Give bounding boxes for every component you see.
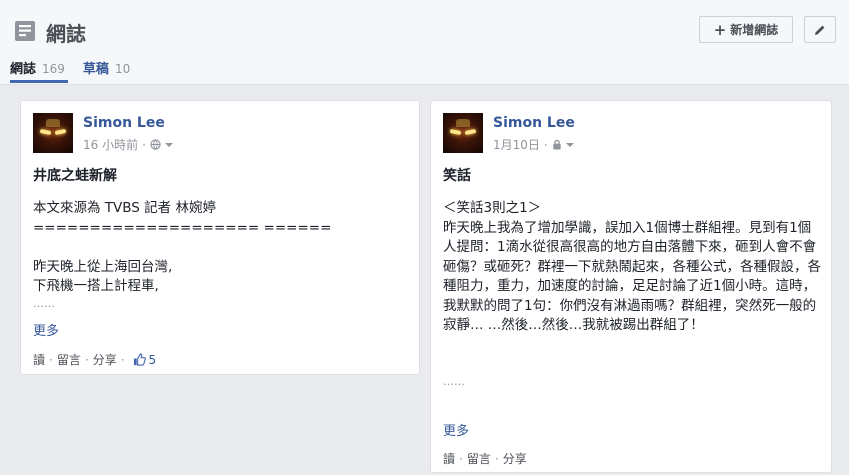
- tab-notes-count: 169: [42, 62, 65, 76]
- see-more-link[interactable]: 更多: [33, 320, 59, 339]
- notes-header: 網誌 + 新增網誌 網誌 169 草稿 10: [0, 0, 849, 85]
- plus-icon: +: [713, 20, 727, 39]
- lock-icon[interactable]: [552, 139, 562, 150]
- like-count-value: 5: [148, 352, 157, 367]
- note-title[interactable]: 井底之蛙新解: [33, 165, 117, 185]
- excerpt-line: ＜笑話3則之1＞: [443, 200, 542, 216]
- avatar[interactable]: [33, 113, 73, 153]
- notes-icon: [15, 21, 35, 41]
- read-link[interactable]: 讀: [33, 351, 45, 368]
- note-actions: 讀 · 留言 · 分享 · 5: [33, 351, 157, 368]
- note-card: Simon Lee 1月10日 · 笑話 ＜笑話3則之1＞ 昨天晚上我為了增加學…: [430, 100, 832, 473]
- globe-icon[interactable]: [150, 139, 161, 150]
- note-title[interactable]: 笑話: [443, 165, 471, 185]
- excerpt-line: ……: [33, 296, 55, 310]
- note-actions: 讀 · 留言 · 分享: [443, 450, 527, 467]
- post-meta: 16 小時前 ·: [83, 136, 173, 153]
- share-link[interactable]: 分享: [503, 450, 527, 467]
- comment-link[interactable]: 留言: [57, 351, 81, 368]
- post-time[interactable]: 1月10日: [493, 136, 540, 153]
- tab-notes[interactable]: 網誌 169: [10, 58, 65, 77]
- chevron-down-icon[interactable]: [164, 142, 173, 148]
- chevron-down-icon[interactable]: [565, 142, 574, 148]
- pencil-icon: [815, 25, 825, 35]
- excerpt-line: ……: [443, 374, 465, 388]
- thumbs-up-icon: [133, 353, 146, 366]
- page-title: 網誌: [46, 22, 86, 46]
- avatar[interactable]: [443, 113, 483, 153]
- active-tab-indicator: [10, 80, 68, 83]
- author-name[interactable]: Simon Lee: [493, 115, 575, 131]
- post-meta: 1月10日 ·: [493, 136, 574, 153]
- edit-button[interactable]: [804, 16, 836, 43]
- tab-drafts-count: 10: [114, 62, 131, 76]
- excerpt-line: 昨天晚上我為了增加學識，誤加入1個博士群組裡。見到有1個人提問：1滴水從很高很高…: [443, 219, 821, 334]
- tab-notes-label: 網誌: [10, 62, 37, 77]
- excerpt-line: 昨天晚上從上海回台灣,: [33, 258, 173, 275]
- note-excerpt: ＜笑話3則之1＞ 昨天晚上我為了增加學識，誤加入1個博士群組裡。見到有1個人提問…: [443, 199, 821, 389]
- excerpt-line: [443, 355, 821, 375]
- notes-tabs: 網誌 169 草稿 10: [10, 58, 130, 77]
- note-excerpt: 本文來源為 TVBS 記者 林婉婷 ==================== =…: [33, 199, 331, 311]
- post-time[interactable]: 16 小時前: [83, 136, 138, 153]
- new-note-label: 新增網誌: [730, 23, 779, 37]
- tab-drafts-label: 草稿: [82, 62, 109, 77]
- see-more-link[interactable]: 更多: [443, 420, 469, 439]
- excerpt-line: [33, 238, 331, 258]
- excerpt-line: [443, 336, 821, 356]
- excerpt-line: ==================== ======: [33, 219, 332, 236]
- comment-link[interactable]: 留言: [467, 450, 491, 467]
- note-card: Simon Lee 16 小時前 · 井底之蛙新解 本文來源為 TVBS 記者 …: [20, 100, 420, 375]
- read-link[interactable]: 讀: [443, 450, 455, 467]
- share-link[interactable]: 分享: [93, 351, 117, 368]
- new-note-button[interactable]: + 新增網誌: [699, 16, 793, 43]
- like-count[interactable]: 5: [133, 352, 157, 367]
- excerpt-line: 下飛機一搭上計程車,: [33, 278, 159, 294]
- excerpt-line: 本文來源為 TVBS 記者 林婉婷: [33, 200, 216, 216]
- author-name[interactable]: Simon Lee: [83, 115, 165, 131]
- tab-drafts[interactable]: 草稿 10: [83, 58, 130, 77]
